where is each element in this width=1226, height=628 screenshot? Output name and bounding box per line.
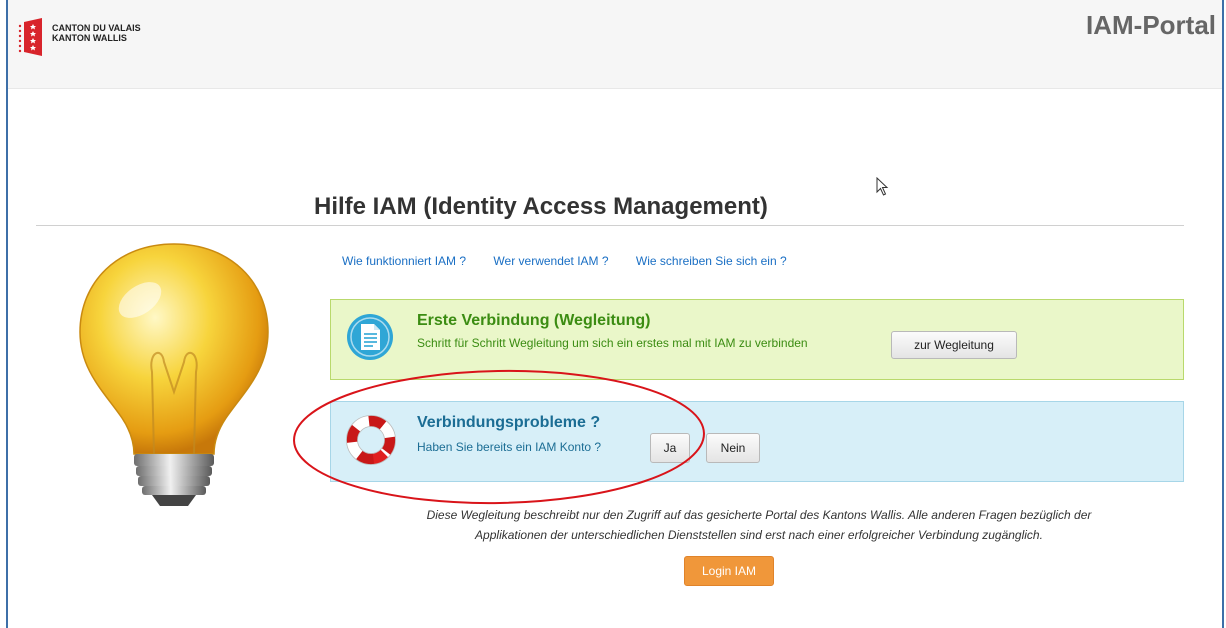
info-note: Diese Wegleitung beschreibt nur den Zugr… xyxy=(336,505,1182,545)
page-title: Hilfe IAM (Identity Access Management) xyxy=(314,193,768,220)
link-how-to-register[interactable]: Wie schreiben Sie sich ein ? xyxy=(636,254,787,268)
help-links: Wie funktionniert IAM ? Wer verwendet IA… xyxy=(342,254,811,268)
logo-icon xyxy=(18,18,46,58)
frame-right-border xyxy=(1222,0,1224,628)
logo-line-2: KANTON WALLIS xyxy=(52,33,127,43)
lifebuoy-icon xyxy=(346,415,396,470)
connection-problems-title: Verbindungsprobleme ? xyxy=(417,414,601,431)
connection-problems-text: Haben Sie bereits ein IAM Konto ? xyxy=(417,440,602,454)
link-who-uses-iam[interactable]: Wer verwendet IAM ? xyxy=(493,254,608,268)
link-how-iam-works[interactable]: Wie funktionniert IAM ? xyxy=(342,254,466,268)
logo-line-1: CANTON DU VALAIS xyxy=(52,23,141,33)
mouse-cursor-icon xyxy=(876,176,890,202)
header: CANTON DU VALAIS KANTON WALLIS IAM-Porta… xyxy=(8,0,1222,89)
title-divider xyxy=(36,225,1184,226)
info-note-line-1: Diese Wegleitung beschreibt nur den Zugr… xyxy=(426,508,1092,522)
first-connection-panel: Erste Verbindung (Wegleitung) Schritt fü… xyxy=(330,299,1184,380)
login-iam-button[interactable]: Login IAM xyxy=(684,556,774,586)
info-note-line-2: Applikationen der unterschiedlichen Dien… xyxy=(475,528,1043,542)
first-connection-text: Schritt für Schritt Wegleitung um sich e… xyxy=(417,336,808,350)
no-button[interactable]: Nein xyxy=(706,433,760,463)
frame-left-border xyxy=(6,0,8,628)
lightbulb-icon xyxy=(78,242,270,515)
guide-button[interactable]: zur Wegleitung xyxy=(891,331,1017,359)
canton-logo[interactable]: CANTON DU VALAIS KANTON WALLIS xyxy=(18,18,141,58)
portal-title: IAM-Portal xyxy=(1086,10,1216,40)
connection-problems-panel: Verbindungsprobleme ? Haben Sie bereits … xyxy=(330,401,1184,482)
first-connection-title: Erste Verbindung (Wegleitung) xyxy=(417,312,651,329)
yes-button[interactable]: Ja xyxy=(650,433,690,463)
document-icon xyxy=(346,313,394,366)
